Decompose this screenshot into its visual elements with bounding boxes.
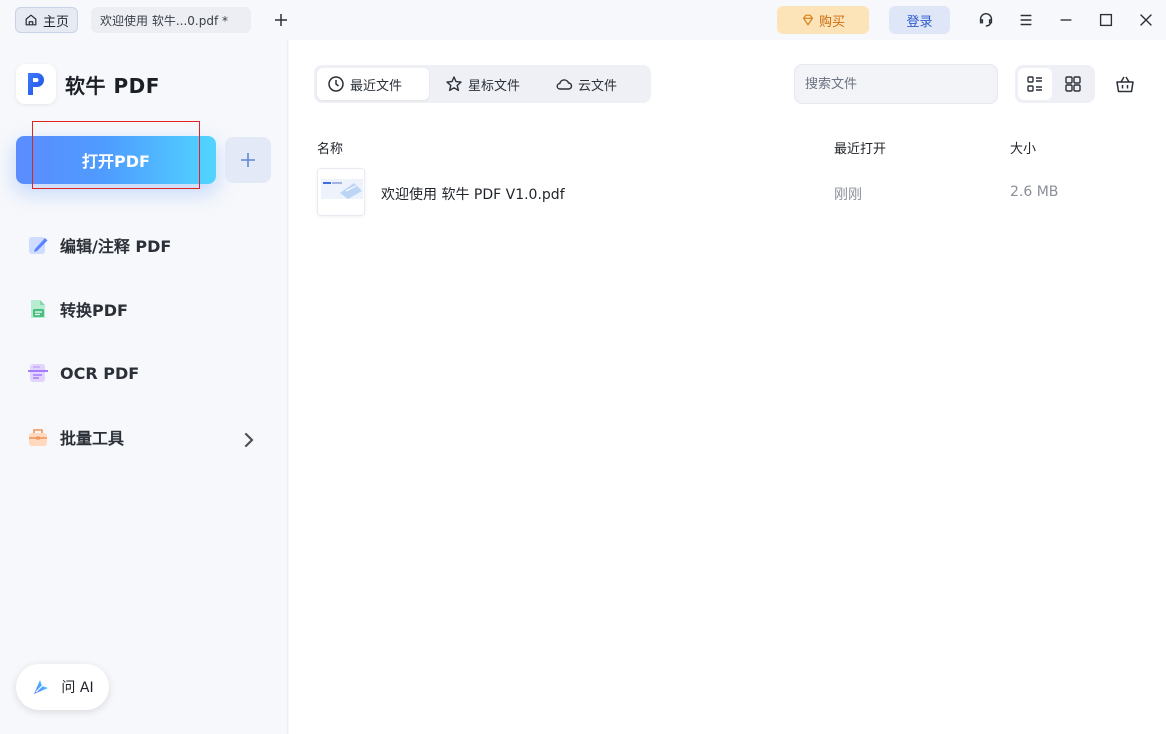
plus-icon	[275, 14, 287, 26]
file-name: 欢迎使用 软牛 PDF V1.0.pdf	[381, 187, 565, 203]
menu-button[interactable]	[1014, 8, 1038, 32]
diamond-icon	[802, 14, 813, 26]
menu-icon	[1020, 14, 1032, 26]
main-panel: 最近文件 星标文件 云文件 搜索文件 名称 最近打开 大小 欢迎使用 软牛 PD…	[289, 40, 1166, 734]
tab-starred-files[interactable]: 星标文件	[429, 68, 541, 100]
minimize-icon	[1060, 19, 1072, 21]
tab-label: 最近文件	[350, 78, 403, 94]
support-button[interactable]	[974, 8, 998, 32]
file-opened-time: 刚刚	[834, 187, 862, 203]
tab-label: 云文件	[578, 78, 618, 94]
list-view-icon	[1027, 76, 1042, 92]
sidebar-item-label: 转换PDF	[60, 301, 128, 320]
file-tabs: 最近文件 星标文件 云文件	[314, 65, 651, 103]
close-button[interactable]	[1134, 8, 1158, 32]
sidebar-item-label: OCR PDF	[60, 363, 140, 383]
app-logo: 软牛 PDF	[16, 64, 160, 104]
sidebar-item-edit[interactable]: 编辑/注释 PDF	[26, 227, 266, 263]
sidebar: 软牛 PDF 打开PDF 编辑/注释 PDF 转换PDF OCR PDF 批量工…	[0, 40, 288, 734]
sidebar-item-label: 批量工具	[60, 429, 125, 448]
pdf-thumbnail-icon	[318, 169, 364, 215]
chevron-right-icon	[244, 432, 254, 448]
column-header-recent[interactable]: 最近打开	[834, 138, 886, 157]
tab-recent-files[interactable]: 最近文件	[317, 68, 429, 100]
open-pdf-button[interactable]: 打开PDF	[16, 136, 216, 184]
sidebar-item-label: 编辑/注释 PDF	[60, 237, 172, 256]
file-size: 2.6 MB	[1010, 184, 1059, 200]
new-tab-button[interactable]	[270, 9, 292, 31]
clock-icon	[328, 76, 344, 92]
minimize-button[interactable]	[1054, 8, 1078, 32]
file-thumbnail	[317, 168, 365, 216]
ask-ai-button[interactable]: 问 AI	[16, 664, 109, 710]
open-pdf-label: 打开PDF	[82, 152, 150, 171]
tab-label: 星标文件	[468, 78, 521, 94]
login-button[interactable]: 登录	[889, 6, 950, 34]
tab-home-label: 主页	[42, 14, 69, 30]
sidebar-item-convert[interactable]: 转换PDF	[26, 291, 266, 327]
pdf-logo-icon	[28, 73, 44, 95]
login-label: 登录	[906, 14, 933, 30]
grid-view-button[interactable]	[1056, 68, 1090, 100]
title-bar: 主页 欢迎使用 软牛...0.pdf * 购买 登录	[0, 0, 1166, 40]
ai-icon	[34, 680, 49, 694]
maximize-button[interactable]	[1094, 8, 1118, 32]
plus-icon	[241, 153, 255, 167]
star-icon	[446, 76, 462, 92]
file-row[interactable]: 欢迎使用 软牛 PDF V1.0.pdf 刚刚 2.6 MB	[289, 168, 1166, 218]
tab-document[interactable]: 欢迎使用 软牛...0.pdf *	[91, 7, 251, 33]
search-input[interactable]	[794, 64, 998, 104]
convert-icon	[31, 300, 45, 318]
cloud-icon	[556, 79, 573, 90]
list-view-button[interactable]	[1018, 68, 1052, 100]
sidebar-item-batch[interactable]: 批量工具	[26, 419, 266, 455]
logo-mark	[16, 64, 56, 104]
ask-ai-label: 问 AI	[61, 680, 94, 696]
tab-document-label: 欢迎使用 软牛...0.pdf *	[100, 13, 228, 28]
buy-label: 购买	[818, 14, 845, 30]
tab-cloud-files[interactable]: 云文件	[541, 68, 647, 100]
home-icon	[25, 14, 37, 26]
column-header-name[interactable]: 名称	[317, 138, 343, 157]
close-icon	[1140, 14, 1152, 26]
column-header-size[interactable]: 大小	[1010, 138, 1036, 157]
new-pdf-button[interactable]	[225, 137, 271, 183]
basket-icon	[1116, 76, 1134, 93]
headset-icon	[979, 13, 993, 27]
toolbox-icon	[29, 429, 47, 446]
maximize-icon	[1099, 13, 1113, 27]
view-toggle	[1015, 65, 1095, 103]
edit-icon	[29, 237, 48, 254]
ocr-icon	[28, 364, 48, 382]
tab-home[interactable]: 主页	[15, 7, 78, 33]
brand-name: 软牛 PDF	[65, 73, 160, 98]
buy-button[interactable]: 购买	[777, 6, 869, 34]
grid-view-icon	[1065, 76, 1081, 92]
recycle-bin-button[interactable]	[1113, 72, 1137, 96]
sidebar-item-ocr[interactable]: OCR PDF	[26, 355, 266, 391]
